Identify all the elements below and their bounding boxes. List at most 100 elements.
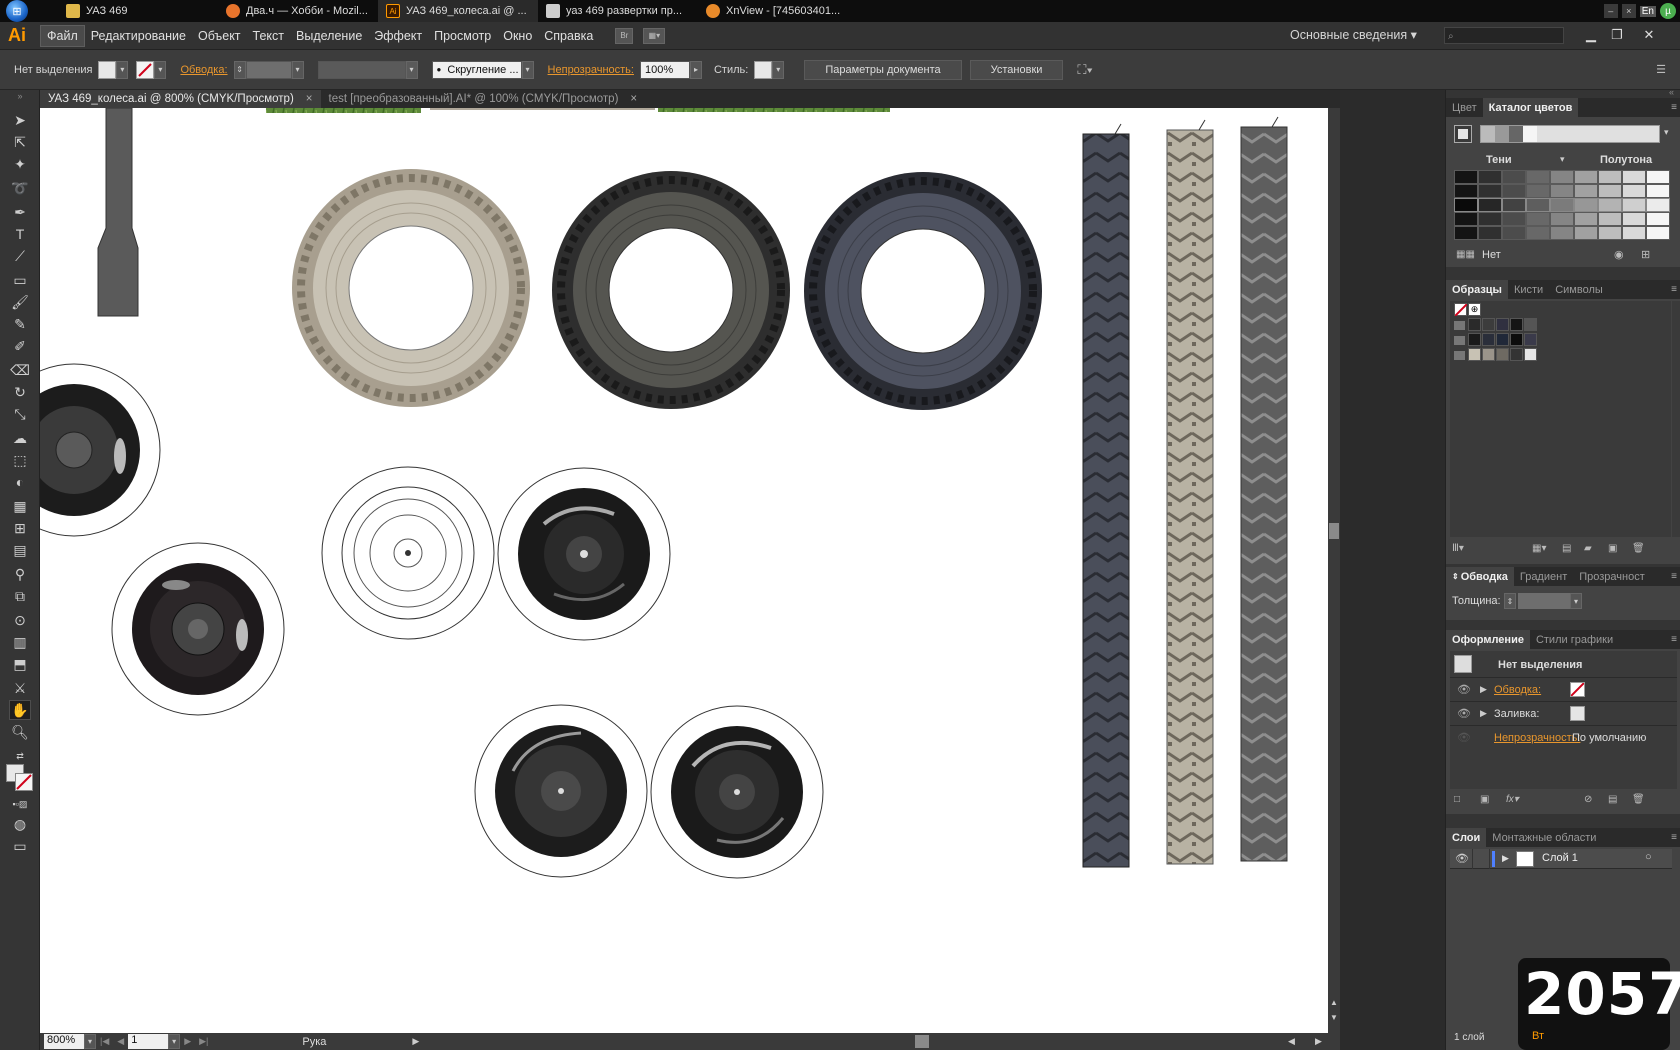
color-variation-swatch[interactable] [1550, 184, 1574, 198]
start-button[interactable]: ⊞ [6, 0, 28, 22]
utorrent-icon[interactable]: µ [1660, 3, 1676, 19]
tab-layers[interactable]: Слои [1446, 828, 1487, 847]
color-variation-swatch[interactable] [1646, 226, 1670, 240]
color-swatch[interactable] [1524, 348, 1537, 361]
color-group-folder-icon[interactable] [1454, 336, 1465, 345]
new-color-group-icon[interactable]: ▰ [1584, 543, 1592, 554]
hand-tool-icon[interactable]: ✋ [9, 700, 31, 720]
menu-edit[interactable]: Редактирование [85, 26, 192, 46]
color-variation-swatch[interactable] [1502, 184, 1526, 198]
prev-artboard-icon[interactable]: ◀ [117, 1036, 124, 1047]
color-variation-swatch[interactable] [1526, 170, 1550, 184]
color-swatch[interactable] [1482, 348, 1495, 361]
zoom-tool-icon[interactable]: 🔍︎ [9, 722, 31, 742]
swap-fill-stroke-icon[interactable]: ⇄ [9, 746, 31, 766]
menu-select[interactable]: Выделение [290, 26, 368, 46]
add-fill-icon[interactable]: ▣ [1480, 794, 1489, 805]
color-swatch[interactable] [1482, 333, 1495, 346]
tab-stroke[interactable]: ⇕ Обводка [1446, 567, 1514, 586]
color-variation-swatch[interactable] [1454, 212, 1478, 226]
delete-item-icon[interactable]: 🗑 [1632, 794, 1645, 805]
color-swatch[interactable] [1510, 348, 1523, 361]
fill-stroke-indicator[interactable] [6, 764, 34, 792]
perspective-grid-tool-icon[interactable]: ▦ [9, 496, 31, 516]
color-variation-swatch[interactable] [1598, 212, 1622, 226]
stroke-weight-dropdown[interactable]: ▾ [291, 60, 304, 79]
variable-width-field[interactable] [317, 60, 406, 79]
workspace-switcher[interactable]: Основные сведения ▾ [1290, 27, 1417, 42]
help-search-input[interactable]: ⌕ [1444, 27, 1564, 44]
color-variation-swatch[interactable] [1622, 170, 1646, 184]
clear-appearance-icon[interactable]: ⊘ [1584, 794, 1592, 805]
color-variation-swatch[interactable] [1622, 198, 1646, 212]
swatches-list[interactable]: ⊕ [1450, 301, 1671, 537]
color-variation-swatch[interactable] [1598, 184, 1622, 198]
direct-selection-tool-icon[interactable]: ⇱ [9, 132, 31, 152]
tab-color[interactable]: Цвет [1446, 98, 1483, 117]
window-minimize-button[interactable]: ▁ [1578, 24, 1604, 46]
color-variation-swatch[interactable] [1646, 212, 1670, 226]
rotate-tool-icon[interactable]: ↻ [9, 382, 31, 402]
color-variation-swatch[interactable] [1622, 212, 1646, 226]
menu-effect[interactable]: Эффект [368, 26, 428, 46]
bridge-button[interactable]: Br [615, 27, 634, 44]
color-group-folder-icon[interactable] [1454, 321, 1465, 330]
swatch-none[interactable] [1454, 303, 1468, 317]
color-variation-swatch[interactable] [1478, 184, 1502, 198]
lasso-tool-icon[interactable]: ➰ [9, 178, 31, 198]
color-variation-swatch[interactable] [1646, 184, 1670, 198]
stroke-row-label[interactable]: Обводка: [1494, 684, 1541, 696]
color-variation-swatch[interactable] [1550, 170, 1574, 184]
scale-tool-icon[interactable]: ⤡ [9, 404, 31, 424]
color-swatch[interactable] [1496, 348, 1509, 361]
stroke-weight-stepper[interactable]: ⇕ [1504, 593, 1516, 609]
drawing-mode-icon[interactable]: ◍ [9, 814, 31, 834]
scroll-down-icon[interactable]: ▼ [1330, 1013, 1338, 1022]
stroke-weight-field[interactable] [1518, 593, 1570, 609]
paintbrush-tool-icon[interactable]: 🖌 [9, 292, 31, 312]
magic-wand-tool-icon[interactable]: ✦ [9, 154, 31, 174]
stroke-weight-field[interactable] [245, 60, 292, 79]
color-swatch[interactable] [1524, 333, 1537, 346]
color-variation-swatch[interactable] [1526, 226, 1550, 240]
artboard-canvas[interactable] [40, 108, 1328, 1033]
graphic-style-swatch[interactable] [754, 60, 773, 79]
color-variation-swatch[interactable] [1574, 170, 1598, 184]
taskbar-item-firefox[interactable]: Два.ч — Хобби - Mozil... [218, 0, 378, 22]
visibility-eye-icon[interactable]: 👁︎ [1457, 731, 1471, 744]
transform-icon[interactable]: ⛶▾ [1077, 62, 1092, 78]
tab-wheels-document[interactable]: УАЗ 469_колеса.ai @ 800% (CMYK/Просмотр)… [40, 90, 321, 108]
shape-builder-tool-icon[interactable]: ◐ [9, 472, 31, 492]
artboard-number-field[interactable]: 1 [128, 1034, 169, 1049]
color-variation-swatch[interactable] [1526, 198, 1550, 212]
swatch-options-icon[interactable]: ▤ [1562, 543, 1571, 554]
color-swatch[interactable] [1510, 333, 1523, 346]
color-group-folder-icon[interactable] [1454, 351, 1465, 360]
fill-dropdown[interactable]: ▾ [116, 60, 129, 79]
brush-definition-dropdown[interactable]: ▾ [521, 60, 534, 79]
color-swatch[interactable] [1468, 318, 1481, 331]
slice-tool-icon[interactable]: ⚔ [9, 678, 31, 698]
base-color-swatch[interactable] [1454, 125, 1472, 143]
show-kinds-icon[interactable]: ▦▾ [1532, 543, 1546, 554]
gradient-tool-icon[interactable]: ▤ [9, 540, 31, 560]
color-variation-swatch[interactable] [1478, 212, 1502, 226]
taskbar-item-inkscape[interactable]: уаз 469 развертки пр... [538, 0, 698, 22]
warp-tool-icon[interactable]: ☁ [9, 428, 31, 448]
add-effect-icon[interactable]: fx▾ [1506, 794, 1519, 805]
expand-arrow-icon[interactable]: ▶ [1480, 708, 1487, 719]
zoom-field[interactable]: 800% [44, 1034, 84, 1049]
layer-expand-arrow-icon[interactable]: ▶ [1502, 853, 1509, 864]
tab-graphic-styles[interactable]: Стили графики [1530, 630, 1619, 649]
color-variation-swatch[interactable] [1502, 170, 1526, 184]
color-swatch[interactable] [1468, 348, 1481, 361]
last-artboard-icon[interactable]: ▶| [199, 1036, 208, 1047]
color-variation-swatch[interactable] [1574, 184, 1598, 198]
panel-menu-icon[interactable]: ≡ [1671, 284, 1677, 295]
vertical-scrollbar[interactable]: ▲ ▼ [1328, 108, 1340, 1033]
variable-width-dropdown[interactable]: ▾ [405, 60, 418, 79]
color-variation-swatch[interactable] [1574, 212, 1598, 226]
edit-colors-icon[interactable]: ◉ [1614, 248, 1624, 261]
color-variation-swatch[interactable] [1478, 226, 1502, 240]
pen-tool-icon[interactable]: ✒ [9, 202, 31, 222]
